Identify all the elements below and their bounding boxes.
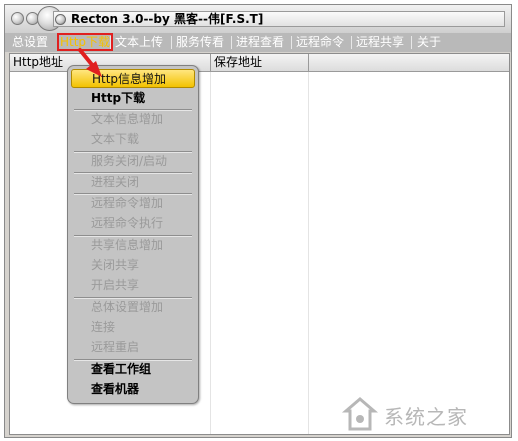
menu-item-run-remote-command[interactable]: 远程命令执行 (71, 214, 195, 233)
title-bar[interactable]: Recton 3.0--by 黑客--伟[F.S.T] (5, 5, 511, 34)
menu-item-view-machines[interactable]: 查看机器 (71, 380, 195, 399)
context-menu: Http信息增加 Http下载 文本信息增加 文本下载 服务关闭/启动 进程关闭… (67, 65, 199, 404)
menu-remote-command[interactable]: 远程命令 (296, 35, 344, 50)
menu-separator (411, 36, 412, 49)
menu-services[interactable]: 服务传看 (176, 35, 224, 50)
menu-item-close-share[interactable]: 关闭共享 (71, 256, 195, 275)
menu-item-close-process[interactable]: 进程关闭 (71, 173, 195, 192)
menu-separator (110, 36, 111, 49)
menu-item-add-text-info[interactable]: 文本信息增加 (71, 110, 195, 129)
minimize-icon[interactable] (11, 12, 24, 25)
menu-item-text-download[interactable]: 文本下载 (71, 130, 195, 149)
menu-item-open-share[interactable]: 开启共享 (71, 276, 195, 295)
menu-item-connect[interactable]: 连接 (71, 318, 195, 337)
menu-separator (291, 36, 292, 49)
menu-general-settings[interactable]: 总设置 (12, 35, 48, 50)
menu-item-add-general-settings[interactable]: 总体设置增加 (71, 298, 195, 317)
menu-remote-share[interactable]: 远程共享 (356, 35, 404, 50)
menu-text-upload[interactable]: 文本上传 (115, 35, 163, 50)
menu-separator (171, 36, 172, 49)
menu-item-http-download[interactable]: Http下载 (71, 89, 195, 108)
watermark: 系统之家 (340, 395, 514, 435)
menu-item-add-remote-command[interactable]: 远程命令增加 (71, 194, 195, 213)
menu-item-add-http-info[interactable]: Http信息增加 (71, 69, 195, 88)
menu-item-service-toggle[interactable]: 服务关闭/启动 (71, 152, 195, 171)
menu-http-download[interactable]: Http下载 (57, 33, 114, 51)
menu-about[interactable]: 关于 (417, 35, 441, 50)
watermark-logo-icon (341, 397, 379, 431)
window-title: Recton 3.0--by 黑客--伟[F.S.T] (71, 12, 264, 26)
column-header-save-address[interactable]: 保存地址 (211, 54, 309, 72)
watermark-text: 系统之家 (384, 405, 468, 429)
menu-bar: 总设置 Http下载 文本上传 服务传看 进程查看 远程命令 远程共享 关于 (5, 33, 511, 52)
column-header-empty (309, 54, 509, 72)
menu-separator (231, 36, 232, 49)
menu-separator (351, 36, 352, 49)
menu-item-view-workgroup[interactable]: 查看工作组 (71, 360, 195, 379)
menu-item-remote-restart[interactable]: 远程重启 (71, 338, 195, 357)
column-divider (210, 72, 211, 434)
menu-process-view[interactable]: 进程查看 (236, 35, 284, 50)
column-divider (308, 72, 309, 434)
app-icon (55, 14, 66, 25)
menu-item-add-share-info[interactable]: 共享信息增加 (71, 236, 195, 255)
